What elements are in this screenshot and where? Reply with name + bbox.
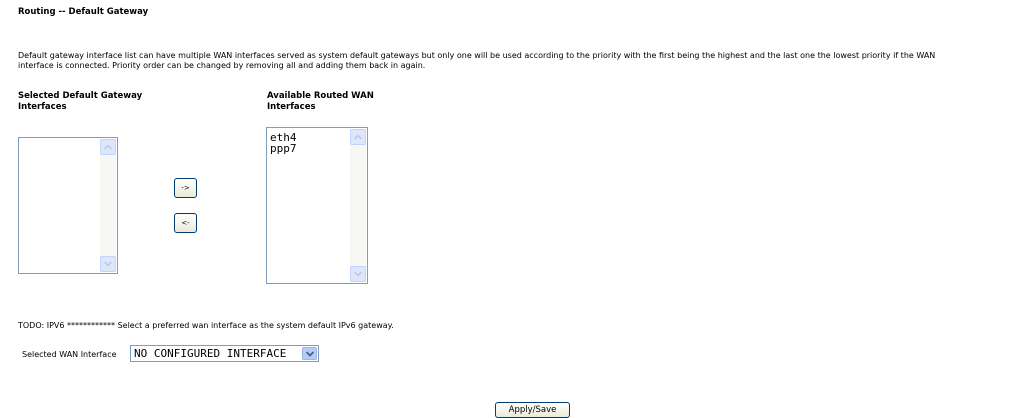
chevron-up-icon [354, 134, 362, 140]
scroll-up-button[interactable] [100, 139, 116, 155]
available-list-header-line-2: Interfaces [267, 102, 316, 112]
list-item[interactable]: ppp7 [270, 143, 297, 154]
selected-list-scrollbar[interactable] [100, 139, 116, 272]
available-list-scrollbar[interactable] [350, 129, 366, 282]
scroll-up-button[interactable] [350, 129, 366, 145]
apply-save-button[interactable]: Apply/Save [495, 402, 570, 418]
selected-wan-interface-label: Selected WAN Interface [22, 350, 117, 359]
available-interfaces-items: eth4 ppp7 [270, 132, 297, 154]
selected-list-header-line-1: Selected Default Gateway [18, 91, 143, 101]
wan-interface-selected-value: NO CONFIGURED INTERFACE [134, 347, 287, 360]
available-list-header-line-1: Available Routed WAN [267, 91, 374, 101]
available-interfaces-listbox[interactable]: eth4 ppp7 [266, 127, 368, 284]
page-title: Routing -- Default Gateway [18, 7, 149, 17]
chevron-down-icon [354, 271, 362, 277]
description-line-2: interface is connected. Priority order c… [18, 61, 426, 70]
scroll-down-button[interactable] [100, 256, 116, 272]
selected-list-header: Selected Default Gateway Interfaces [18, 91, 142, 113]
dropdown-button[interactable] [302, 347, 317, 360]
selected-list-header-line-2: Interfaces [18, 102, 67, 112]
page-description: Default gateway interface list can have … [18, 51, 1024, 71]
scroll-down-button[interactable] [350, 266, 366, 282]
selected-interfaces-listbox[interactable] [18, 137, 118, 274]
wan-interface-select[interactable]: NO CONFIGURED INTERFACE [130, 345, 319, 362]
chevron-up-icon [104, 144, 112, 150]
ipv6-todo-text: TODO: IPV6 ************ Select a preferr… [18, 321, 394, 330]
move-right-button[interactable]: -> [174, 178, 197, 198]
move-left-button[interactable]: <- [174, 213, 197, 233]
description-line-1: Default gateway interface list can have … [18, 51, 936, 60]
available-list-header: Available Routed WAN Interfaces [267, 91, 374, 113]
chevron-down-icon [305, 350, 314, 357]
chevron-down-icon [104, 261, 112, 267]
